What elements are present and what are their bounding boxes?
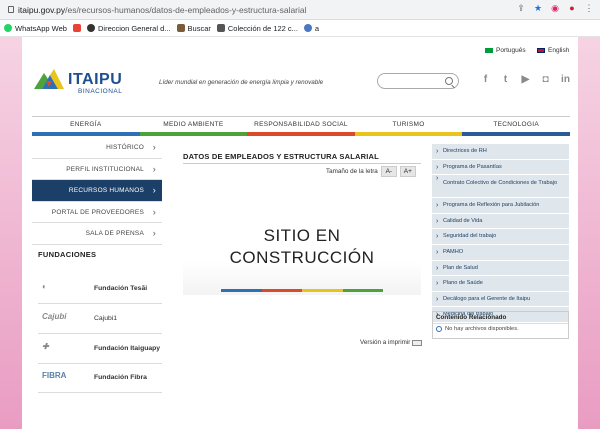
- bookmark-coleccion[interactable]: Colección de 122 c...: [216, 24, 298, 33]
- itaipu-logo[interactable]: ITAIPU BINACIONAL: [32, 67, 142, 99]
- font-increase-button[interactable]: A+: [399, 166, 416, 177]
- bookmark-a[interactable]: a: [303, 24, 319, 33]
- instagram-icon[interactable]: ◘: [540, 74, 551, 86]
- logo-subtext: BINACIONAL: [78, 88, 123, 95]
- bookmark-direccion[interactable]: Direccion General d...: [86, 24, 171, 33]
- nav-tecnologia[interactable]: TECNOLOGIA: [462, 117, 570, 136]
- bookmark-whatsapp[interactable]: WhatsApp Web: [4, 24, 67, 33]
- link-contrato-colectivo[interactable]: Contrato Colectivo de Condiciones de Tra…: [432, 175, 569, 199]
- twitter-icon[interactable]: t: [500, 74, 511, 86]
- logo-text: ITAIPU: [68, 71, 123, 88]
- folder-icon: [216, 24, 225, 32]
- url-path: /es/recursos-humanos/datos-de-empleados-…: [65, 5, 307, 15]
- left-background: [0, 37, 22, 429]
- lang-english[interactable]: English: [537, 47, 569, 54]
- search-icon[interactable]: [445, 77, 453, 85]
- linkedin-icon[interactable]: in: [560, 74, 571, 86]
- menu-historico[interactable]: HISTÓRICO: [32, 137, 162, 159]
- nav-medio-ambiente[interactable]: MEDIO AMBIENTE: [139, 117, 248, 136]
- link-programa-reflexion[interactable]: Programa de Reflexión para Jubilación: [432, 198, 569, 214]
- pinterest-icon[interactable]: ●: [567, 3, 577, 13]
- site-icon: [86, 24, 95, 32]
- fibra-logo-icon: FIBRA: [42, 371, 67, 380]
- link-calidad-vida[interactable]: Calidad de Vida: [432, 213, 569, 230]
- bookmark-buscar[interactable]: Buscar: [176, 24, 211, 33]
- related-content-box: Contenido Relacionado No hay archivos di…: [432, 311, 569, 339]
- page-title: DATOS DE EMPLEADOS Y ESTRUCTURA SALARIAL: [183, 152, 379, 161]
- browser-address-bar: itaipu.gov.py/es/recursos-humanos/datos-…: [0, 0, 600, 20]
- fundacion-itaiguapy[interactable]: ✚ Fundación Itaiguapy: [38, 335, 162, 364]
- globe-icon: [303, 24, 312, 32]
- menu-perfil-institucional[interactable]: PERFIL INSTITUCIONAL: [32, 159, 162, 180]
- menu-recursos-humanos[interactable]: RECURSOS HUMANOS: [32, 180, 162, 202]
- extension-icon[interactable]: ◉: [550, 3, 560, 13]
- url-domain: itaipu.gov.py: [18, 5, 66, 15]
- left-menu: HISTÓRICO PERFIL INSTITUCIONAL RECURSOS …: [32, 137, 162, 245]
- youtube-icon[interactable]: ▶: [520, 74, 531, 86]
- related-empty-text: No hay archivos disponibles.: [445, 326, 519, 332]
- nav-turismo[interactable]: TURISMO: [354, 117, 463, 136]
- page-content: Português English ITAIPU BINACIONAL Líde…: [22, 37, 578, 429]
- tesai-logo-icon: ◐: [42, 282, 47, 291]
- fundacion-fibra[interactable]: FIBRA Fundación Fibra: [38, 364, 162, 393]
- link-seguridad-trabajo[interactable]: Seguridad del trabajo: [432, 229, 569, 245]
- related-title: Contenido Relacionado: [433, 312, 568, 324]
- bookmark-gmail[interactable]: [72, 24, 81, 32]
- main-nav: ENERGÍA MEDIO AMBIENTE RESPONSABILIDAD S…: [32, 116, 570, 136]
- fundaciones-title: FUNDACIONES: [38, 250, 97, 259]
- right-background: [578, 37, 600, 429]
- link-pamho[interactable]: PAMHO: [432, 244, 569, 261]
- link-decalogo-gerente[interactable]: Decálogo para el Gerente de Itaipu: [432, 291, 569, 308]
- printer-icon: [412, 339, 423, 346]
- menu-icon[interactable]: ⋮: [584, 3, 594, 13]
- itaiguapy-logo-icon: ✚: [42, 342, 49, 351]
- construction-banner: SITIO EN CONSTRUCCIÓN: [183, 183, 421, 295]
- info-icon: [436, 326, 442, 332]
- menu-portal-proveedores[interactable]: PORTAL DE PROVEEDORES: [32, 202, 162, 223]
- banner-text: SITIO EN CONSTRUCCIÓN: [229, 226, 375, 267]
- font-size-label: Tamaño de la letra: [326, 168, 378, 175]
- fundacion-tesai[interactable]: ◐ Fundación Tesãi: [38, 275, 162, 304]
- bookmarks-bar: WhatsApp Web Direccion General d... Busc…: [0, 20, 600, 37]
- related-links-panel: Directrices de RH Programa de Pasantías …: [432, 144, 569, 323]
- itaipu-logo-icon: [34, 69, 64, 89]
- lang-portugues[interactable]: Português: [485, 47, 526, 54]
- lock-icon: [8, 6, 14, 13]
- brazil-flag-icon: [485, 48, 493, 53]
- search-input[interactable]: [377, 73, 459, 89]
- link-programa-pasantias[interactable]: Programa de Pasantías: [432, 159, 569, 176]
- link-plan-salud[interactable]: Plan de Salud: [432, 260, 569, 277]
- link-plano-saude[interactable]: Plano de Saúde: [432, 276, 569, 292]
- uk-flag-icon: [537, 48, 545, 53]
- url-field[interactable]: itaipu.gov.py/es/recursos-humanos/datos-…: [4, 2, 564, 18]
- share-icon[interactable]: ⇪: [516, 3, 526, 13]
- nav-energia[interactable]: ENERGÍA: [32, 117, 140, 136]
- whatsapp-icon: [4, 24, 12, 32]
- facebook-icon[interactable]: f: [480, 74, 491, 86]
- banner-color-bar: [221, 289, 383, 292]
- link-directrices-rh[interactable]: Directrices de RH: [432, 144, 569, 160]
- nav-responsabilidad-social[interactable]: RESPONSABILIDAD SOCIAL: [247, 117, 355, 136]
- title-divider: [183, 163, 421, 164]
- menu-sala-prensa[interactable]: SALA DE PRENSA: [32, 223, 162, 245]
- font-decrease-button[interactable]: A-: [380, 166, 397, 177]
- print-link[interactable]: Versión a imprimir: [360, 339, 423, 346]
- cajubi-logo-icon: Cajubi: [42, 312, 67, 321]
- tagline: Líder mundial en generación de energía l…: [159, 79, 324, 86]
- gmail-icon: [72, 24, 81, 32]
- fundacion-cajubi[interactable]: Cajubi Cajubi1: [38, 305, 162, 334]
- buscar-icon: [176, 24, 185, 32]
- font-size-control: Tamaño de la letra A- A+: [326, 166, 416, 177]
- bookmark-star-icon[interactable]: ★: [533, 3, 543, 13]
- social-links: f t ▶ ◘ in: [480, 74, 571, 86]
